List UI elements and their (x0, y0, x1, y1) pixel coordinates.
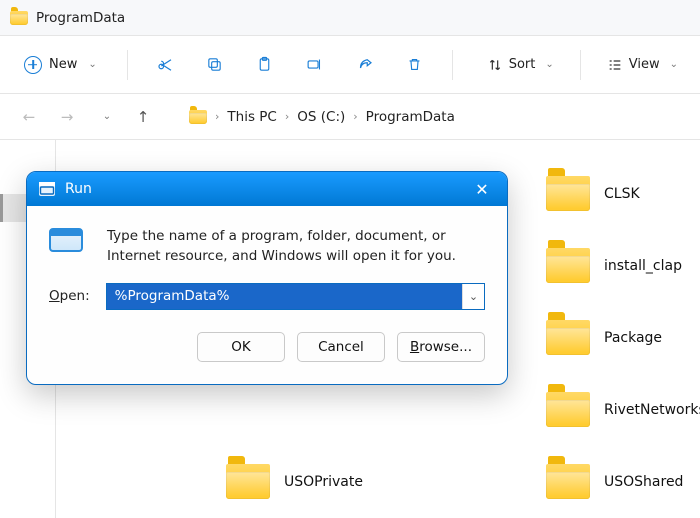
rename-button[interactable] (298, 48, 332, 82)
ok-button[interactable]: OK (197, 332, 285, 362)
run-dialog: Run ✕ Type the name of a program, folder… (26, 171, 508, 385)
rename-icon (306, 56, 323, 73)
folder-icon (546, 392, 590, 427)
clipboard-icon (256, 56, 273, 73)
new-button[interactable]: New ⌄ (14, 50, 107, 80)
folder-icon (10, 11, 28, 25)
folder-icon (546, 320, 590, 355)
chevron-right-icon: › (353, 110, 357, 123)
share-icon (356, 56, 374, 74)
copy-icon (206, 56, 223, 73)
folder-label: Package (604, 330, 662, 346)
sort-button[interactable]: Sort ⌄ (479, 51, 562, 79)
folder-item-usoshared[interactable]: USOShared (546, 464, 683, 499)
folder-icon (546, 464, 590, 499)
run-program-icon (39, 182, 55, 196)
folder-item-usoprivate[interactable]: USOPrivate (226, 464, 363, 499)
share-button[interactable] (348, 48, 382, 82)
arrow-up-icon: ↑ (137, 108, 150, 126)
folder-item-package[interactable]: Package (546, 320, 662, 355)
cancel-button[interactable]: Cancel (297, 332, 385, 362)
chevron-down-icon: ⌄ (88, 59, 96, 70)
window-title: ProgramData (36, 10, 125, 26)
folder-label: USOPrivate (284, 474, 363, 490)
crumb-programdata[interactable]: ProgramData (366, 109, 455, 125)
up-button[interactable]: ↑ (128, 102, 158, 132)
open-input[interactable] (107, 284, 462, 309)
view-icon (607, 57, 623, 73)
chevron-down-icon: ⌄ (545, 59, 553, 70)
forward-button[interactable]: → (52, 102, 82, 132)
chevron-down-icon: ⌄ (670, 59, 678, 70)
nav-bar: ← → ⌄ ↑ › This PC › OS (C:) › ProgramDat… (0, 94, 700, 140)
new-button-label: New (49, 57, 77, 72)
command-bar: New ⌄ Sort ⌄ View ⌄ (0, 36, 700, 94)
folder-icon (546, 248, 590, 283)
back-button[interactable]: ← (14, 102, 44, 132)
trash-icon (406, 56, 423, 73)
sort-icon (487, 57, 503, 73)
run-description: Type the name of a program, folder, docu… (107, 226, 485, 267)
folder-item-install-clap[interactable]: install_clap (546, 248, 682, 283)
cut-button[interactable] (148, 48, 182, 82)
chevron-down-icon: ⌄ (103, 111, 111, 122)
folder-item-clsk[interactable]: CLSK (546, 176, 640, 211)
close-icon: ✕ (475, 180, 488, 199)
separator (580, 50, 581, 80)
recent-button[interactable]: ⌄ (90, 102, 120, 132)
plus-circle-icon (24, 56, 42, 74)
copy-button[interactable] (198, 48, 232, 82)
crumb-os-c[interactable]: OS (C:) (297, 109, 345, 125)
crumb-this-pc[interactable]: This PC (227, 109, 276, 125)
sort-label: Sort (509, 57, 536, 72)
separator (452, 50, 453, 80)
arrow-left-icon: ← (23, 108, 36, 126)
chevron-down-icon[interactable]: ⌄ (462, 284, 484, 309)
separator (127, 50, 128, 80)
run-title: Run (65, 181, 92, 197)
view-button[interactable]: View ⌄ (599, 51, 686, 79)
folder-icon (546, 176, 590, 211)
folder-icon (189, 110, 207, 124)
run-titlebar[interactable]: Run ✕ (27, 172, 507, 206)
chevron-right-icon: › (215, 110, 219, 123)
folder-label: CLSK (604, 186, 640, 202)
open-combobox[interactable]: ⌄ (106, 283, 485, 310)
scissors-icon (156, 56, 174, 74)
folder-label: USOShared (604, 474, 683, 490)
folder-label: RivetNetworks (604, 402, 700, 418)
folder-label: install_clap (604, 258, 682, 274)
paste-button[interactable] (248, 48, 282, 82)
browse-button[interactable]: Browse... (397, 332, 485, 362)
chevron-right-icon: › (285, 110, 289, 123)
title-bar: ProgramData (0, 0, 700, 36)
delete-button[interactable] (398, 48, 432, 82)
folder-icon (226, 464, 270, 499)
open-label: Open: (49, 288, 90, 304)
close-button[interactable]: ✕ (469, 176, 495, 202)
arrow-right-icon: → (61, 108, 74, 126)
run-app-icon (49, 226, 89, 252)
view-label: View (629, 57, 660, 72)
breadcrumb[interactable]: › This PC › OS (C:) › ProgramData (180, 104, 686, 130)
folder-item-rivetnetworks[interactable]: RivetNetworks (546, 392, 700, 427)
